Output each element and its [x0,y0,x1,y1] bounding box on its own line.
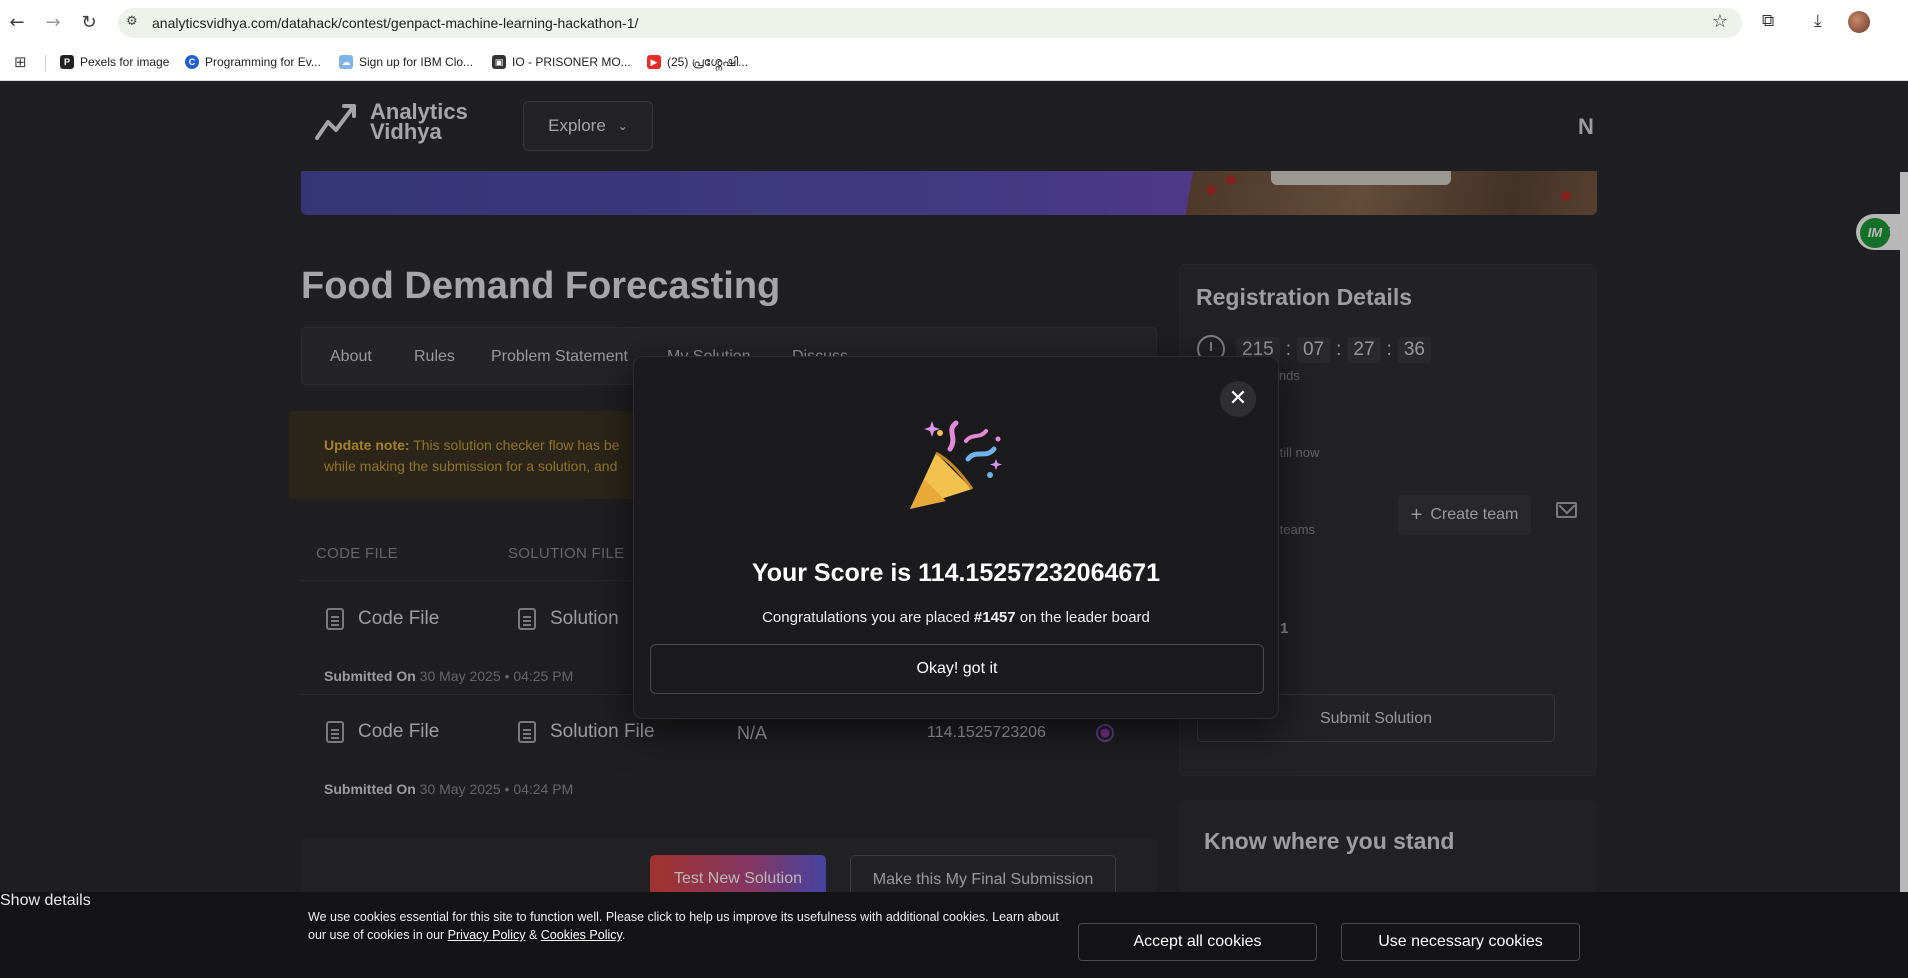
cookies-policy-link[interactable]: Cookies Policy [541,928,622,942]
bookmark-youtube[interactable]: ▶ (25) പ്രശ്നേഷി... [647,51,748,73]
show-details-link[interactable]: Show details [0,892,91,910]
back-arrow-icon[interactable]: ← [6,12,28,34]
party-popper-icon [910,420,1002,509]
browser-chrome: ← → ↻ ⚙ analyticsvidhya.com/datahack/con… [0,0,1908,81]
bookmark-pexels[interactable]: P Pexels for image [60,51,169,73]
extensions-icon[interactable]: ⧉ [1762,11,1774,31]
download-icon[interactable]: ⤓ [1814,11,1822,31]
use-necessary-cookies-button[interactable]: Use necessary cookies [1341,923,1580,961]
apps-grid-icon[interactable]: ⊞ [14,53,27,71]
close-icon[interactable]: ✕ [1220,381,1256,417]
cookie-banner: We use cookies essential for this site t… [0,892,1908,978]
privacy-policy-link[interactable]: Privacy Policy [448,928,526,942]
rank-value: #1457 [973,609,1016,626]
profile-avatar[interactable] [1848,11,1870,33]
score-modal: ✕ Your Score is 114.15257232064671 Congr… [633,356,1279,719]
cookie-period: . [621,928,626,942]
address-bar[interactable]: ⚙ analyticsvidhya.com/datahack/contest/g… [118,8,1742,38]
cookie-amp: & [525,928,541,942]
congrats-text: Congratulations you are placed #1457 on … [634,609,1278,626]
bookmarks-divider [45,55,46,71]
congrats-suffix: on the leader board [1015,609,1150,626]
score-text: Your Score is 114.15257232064671 [751,559,1161,587]
cookie-message: We use cookies essential for this site t… [308,908,1068,944]
cookie-message-text: We use cookies essential for this site t… [308,910,1059,942]
site-settings-icon[interactable]: ⚙ [126,14,138,29]
url-text[interactable]: analyticsvidhya.com/datahack/contest/gen… [152,15,638,31]
address-row: ← → ↻ ⚙ analyticsvidhya.com/datahack/con… [0,0,1908,45]
congrats-prefix: Congratulations you are placed [762,609,974,626]
forward-arrow-icon[interactable]: → [42,12,64,34]
bookmarks-bar: ⊞ P Pexels for image C Programming for Ev.… [0,45,1908,81]
okay-got-it-button[interactable]: Okay! got it [650,644,1264,694]
accept-all-cookies-button[interactable]: Accept all cookies [1078,923,1317,961]
star-icon[interactable]: ☆ [1712,11,1728,32]
bookmark-ibm-cloud[interactable]: ☁ Sign up for IBM Clo... [339,51,473,73]
bookmark-prisoner[interactable]: ▣ IO - PRISONER MO... [492,51,631,73]
bookmark-programming[interactable]: C Programming for Ev... [185,51,321,73]
reload-icon[interactable]: ↻ [78,12,100,34]
